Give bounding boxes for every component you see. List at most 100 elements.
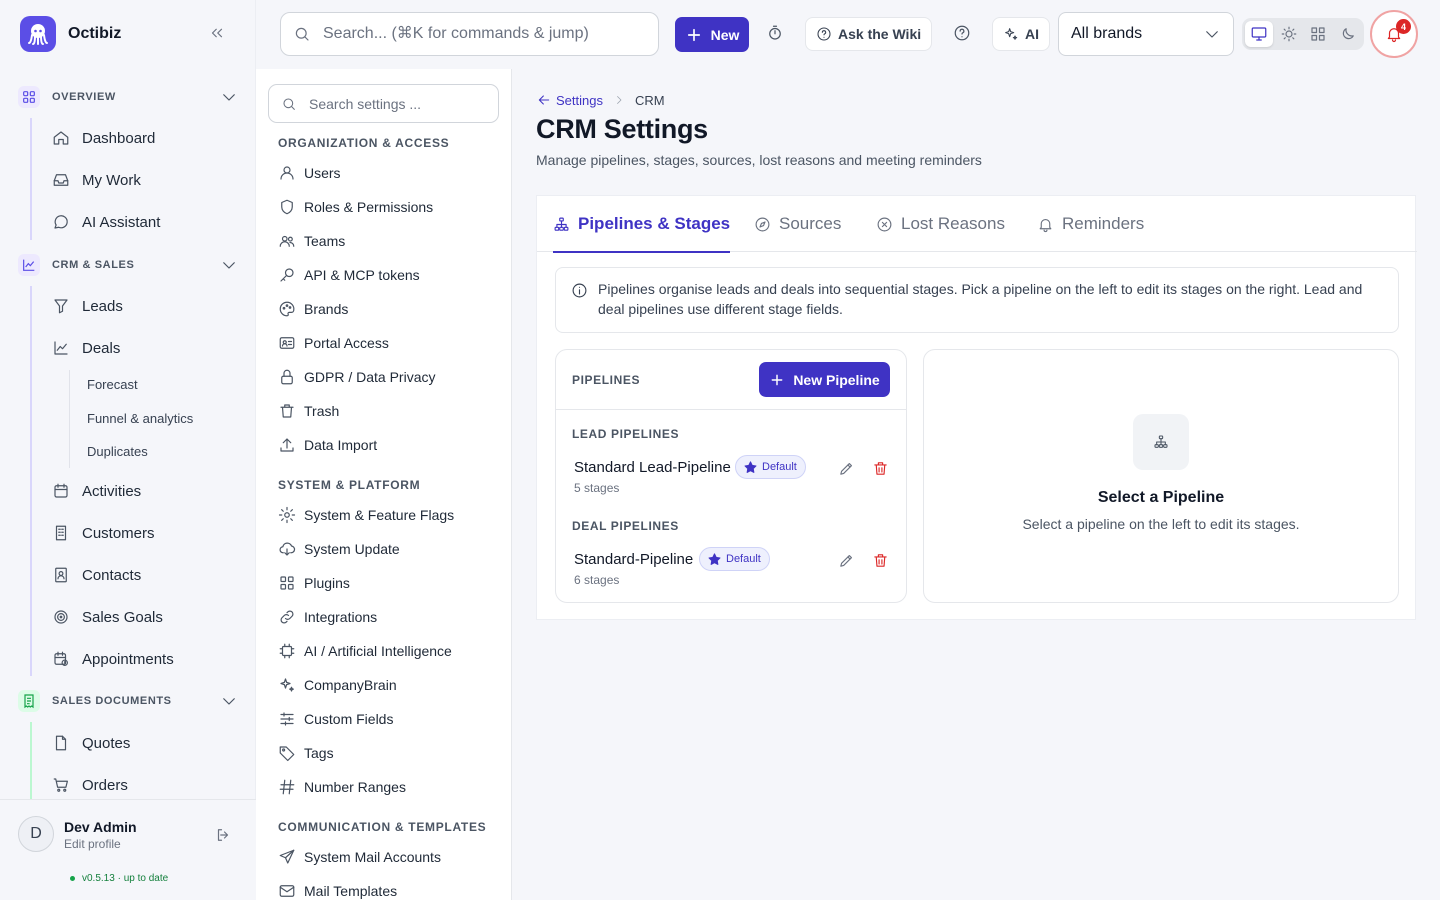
brand-select[interactable]: All brands xyxy=(1058,12,1234,56)
sidebar-subitem-forecast[interactable]: Forecast xyxy=(87,377,138,392)
settings-item-feature-flags[interactable]: System & Feature Flags xyxy=(278,505,454,525)
settings-search-input[interactable] xyxy=(309,95,489,112)
ask-wiki-button[interactable]: Ask the Wiki xyxy=(805,17,933,51)
notifications-button[interactable]: 4 xyxy=(1370,10,1418,58)
tab-pipelines-stages[interactable]: Pipelines & Stages xyxy=(553,196,731,253)
ai-button[interactable]: AI xyxy=(992,17,1050,51)
collapse-sidebar-icon[interactable] xyxy=(208,24,226,42)
global-search[interactable] xyxy=(280,12,659,56)
settings-item-teams[interactable]: Teams xyxy=(278,231,345,251)
timer-icon[interactable] xyxy=(766,24,784,42)
sidebar-item-deals[interactable]: Deals xyxy=(52,337,120,359)
nav-rail xyxy=(30,722,32,800)
receipt-icon xyxy=(18,690,40,712)
sub-rail xyxy=(69,370,70,468)
help-icon[interactable] xyxy=(953,24,971,42)
sidebar-item-customers[interactable]: Customers xyxy=(52,522,155,544)
monitor-icon[interactable] xyxy=(1245,21,1273,47)
sidebar-subitem-funnel[interactable]: Funnel & analytics xyxy=(87,411,193,426)
new-button[interactable]: New xyxy=(675,17,749,52)
version-status: v0.5.13 · up to date xyxy=(70,873,168,884)
sidebar-item-quotes[interactable]: Quotes xyxy=(52,732,130,754)
sidebar-item-my-work[interactable]: My Work xyxy=(52,169,141,191)
file-icon xyxy=(52,734,70,752)
logout-icon[interactable] xyxy=(214,826,232,844)
ai-label: AI xyxy=(1025,26,1039,42)
chevron-down-icon[interactable] xyxy=(220,692,238,710)
new-button-label: New xyxy=(710,26,740,43)
page-subtitle: Manage pipelines, stages, sources, lost … xyxy=(536,152,982,168)
sidebar-subitem-duplicates[interactable]: Duplicates xyxy=(87,444,148,459)
pipeline-row-deal[interactable]: Standard-Pipeline Default 6 stages xyxy=(556,547,906,601)
sidebar-item-leads[interactable]: Leads xyxy=(52,295,123,317)
pencil-icon[interactable] xyxy=(838,552,855,569)
settings-item-number-ranges[interactable]: Number Ranges xyxy=(278,777,406,797)
settings-item-api-tokens[interactable]: API & MCP tokens xyxy=(278,265,420,285)
sun-icon[interactable] xyxy=(1275,21,1303,47)
help-circle-icon xyxy=(816,26,832,42)
sidebar-item-sales-goals[interactable]: Sales Goals xyxy=(52,606,163,628)
search-input[interactable] xyxy=(323,25,643,43)
settings-group-org: ORGANIZATION & ACCESS xyxy=(278,136,450,150)
new-pipeline-button[interactable]: New Pipeline xyxy=(759,362,890,397)
brand[interactable]: Octibiz xyxy=(20,16,121,52)
settings-search[interactable] xyxy=(268,84,499,123)
chevron-down-icon[interactable] xyxy=(220,88,238,106)
sidebar-item-ai-assistant[interactable]: AI Assistant xyxy=(52,211,160,233)
sidebar-item-dashboard[interactable]: Dashboard xyxy=(52,127,155,149)
pipeline-name: Standard-Pipeline xyxy=(574,551,694,568)
trash-icon xyxy=(278,402,296,420)
settings-item-mail-templates[interactable]: Mail Templates xyxy=(278,881,397,900)
pencil-icon[interactable] xyxy=(838,460,855,477)
settings-item-roles[interactable]: Roles & Permissions xyxy=(278,197,433,217)
settings-item-plugins[interactable]: Plugins xyxy=(278,573,350,593)
settings-item-system-update[interactable]: System Update xyxy=(278,539,400,559)
breadcrumb: Settings CRM xyxy=(536,92,665,108)
sparkles-icon xyxy=(1003,26,1019,42)
section-label: OVERVIEW xyxy=(52,91,116,103)
ask-wiki-label: Ask the Wiki xyxy=(838,26,922,42)
section-crm-sales[interactable]: CRM & SALES xyxy=(18,254,242,276)
trash-icon[interactable] xyxy=(872,460,889,477)
settings-item-mail-accounts[interactable]: System Mail Accounts xyxy=(278,847,441,867)
tab-label: Reminders xyxy=(1062,214,1145,233)
sitemap-icon xyxy=(553,216,570,233)
sidebar-item-orders[interactable]: Orders xyxy=(52,774,128,796)
tab-lost-reasons[interactable]: Lost Reasons xyxy=(876,196,1005,252)
settings-item-gdpr[interactable]: GDPR / Data Privacy xyxy=(278,367,435,387)
layout-grid-icon[interactable] xyxy=(1305,21,1333,47)
settings-item-users[interactable]: Users xyxy=(278,163,341,183)
settings-item-tags[interactable]: Tags xyxy=(278,743,334,763)
settings-item-label: CompanyBrain xyxy=(304,677,397,693)
moon-icon[interactable] xyxy=(1334,21,1362,47)
lead-pipelines-heading: LEAD PIPELINES xyxy=(572,427,680,441)
pipeline-row-lead[interactable]: Standard Lead-Pipeline Default 5 stages xyxy=(556,455,906,509)
settings-item-brands[interactable]: Brands xyxy=(278,299,348,319)
section-sales-documents[interactable]: SALES DOCUMENTS xyxy=(18,690,242,712)
settings-item-companybrain[interactable]: CompanyBrain xyxy=(278,675,397,695)
pipelines-panel-header: PIPELINES New Pipeline xyxy=(556,350,906,410)
settings-item-portal-access[interactable]: Portal Access xyxy=(278,333,389,353)
user-name[interactable]: Dev Admin xyxy=(64,819,137,835)
settings-item-integrations[interactable]: Integrations xyxy=(278,607,377,627)
funnel-icon xyxy=(52,297,70,315)
avatar[interactable]: D xyxy=(18,816,54,852)
settings-item-trash[interactable]: Trash xyxy=(278,401,339,421)
search-icon xyxy=(281,96,297,112)
settings-item-data-import[interactable]: Data Import xyxy=(278,435,377,455)
sidebar-item-activities[interactable]: Activities xyxy=(52,480,141,502)
chevron-down-icon[interactable] xyxy=(220,256,238,274)
tab-sources[interactable]: Sources xyxy=(754,196,841,252)
tab-reminders[interactable]: Reminders xyxy=(1037,196,1144,252)
chart-line-icon xyxy=(18,254,40,276)
plus-icon xyxy=(769,372,785,388)
sidebar-item-contacts[interactable]: Contacts xyxy=(52,564,141,586)
settings-item-ai[interactable]: AI / Artificial Intelligence xyxy=(278,641,452,661)
edit-profile-link[interactable]: Edit profile xyxy=(64,837,121,851)
breadcrumb-back-link[interactable]: Settings xyxy=(536,92,603,108)
settings-item-custom-fields[interactable]: Custom Fields xyxy=(278,709,393,729)
sidebar-item-label: Contacts xyxy=(82,566,142,584)
trash-icon[interactable] xyxy=(872,552,889,569)
section-overview[interactable]: OVERVIEW xyxy=(18,86,242,108)
sidebar-item-appointments[interactable]: Appointments xyxy=(52,648,174,670)
